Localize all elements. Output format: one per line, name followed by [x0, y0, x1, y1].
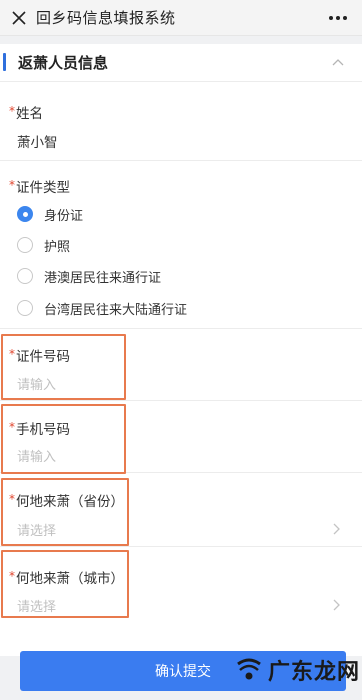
radio-option-taiwan-permit[interactable]: 台湾居民往来大陆通行证 [17, 297, 187, 319]
radio-unchecked-icon[interactable] [17, 268, 33, 284]
name-field[interactable]: *姓名 萧小智 [0, 82, 362, 161]
radio-label: 护照 [44, 239, 71, 255]
name-value[interactable]: 萧小智 [17, 131, 58, 151]
highlight-box-phone [1, 404, 126, 474]
radio-label: 台湾居民往来大陆通行证 [44, 302, 188, 318]
chevron-right-icon[interactable] [333, 599, 340, 611]
highlight-box-city [1, 550, 129, 618]
section-accent-bar [3, 53, 6, 71]
watermark-logo-icon [237, 658, 261, 680]
top-nav-bar: 回乡码信息填报系统 [0, 0, 362, 36]
radio-option-id-card[interactable]: 身份证 [17, 203, 83, 225]
page-title: 回乡码信息填报系统 [36, 9, 176, 27]
radio-label: 身份证 [44, 208, 84, 224]
watermark-text: 广东龙网 [268, 660, 361, 685]
section-header[interactable]: 返萧人员信息 [0, 44, 362, 82]
highlight-box-province [1, 478, 129, 546]
watermark: 广东龙网 [234, 652, 360, 688]
highlight-box-id-number [1, 334, 126, 400]
chevron-right-icon[interactable] [333, 523, 340, 535]
radio-label: 港澳居民往来通行证 [44, 270, 162, 286]
id-type-field: *证件类型 身份证 护照 港澳居民往来通行证 台湾居民往来大陆通行证 [0, 161, 362, 329]
radio-unchecked-icon[interactable] [17, 237, 33, 253]
radio-checked-icon[interactable] [17, 206, 33, 222]
close-icon[interactable] [6, 5, 32, 31]
more-options-icon[interactable] [326, 8, 350, 28]
id-type-label: *证件类型 [9, 178, 70, 196]
required-mark: * [9, 178, 15, 192]
radio-option-hk-macao-permit[interactable]: 港澳居民往来通行证 [17, 265, 161, 287]
section-title: 返萧人员信息 [18, 54, 109, 72]
required-mark: * [9, 104, 15, 118]
name-label: *姓名 [9, 104, 43, 122]
radio-unchecked-icon[interactable] [17, 300, 33, 316]
radio-option-passport[interactable]: 护照 [17, 234, 70, 256]
chevron-up-icon[interactable] [332, 58, 344, 66]
